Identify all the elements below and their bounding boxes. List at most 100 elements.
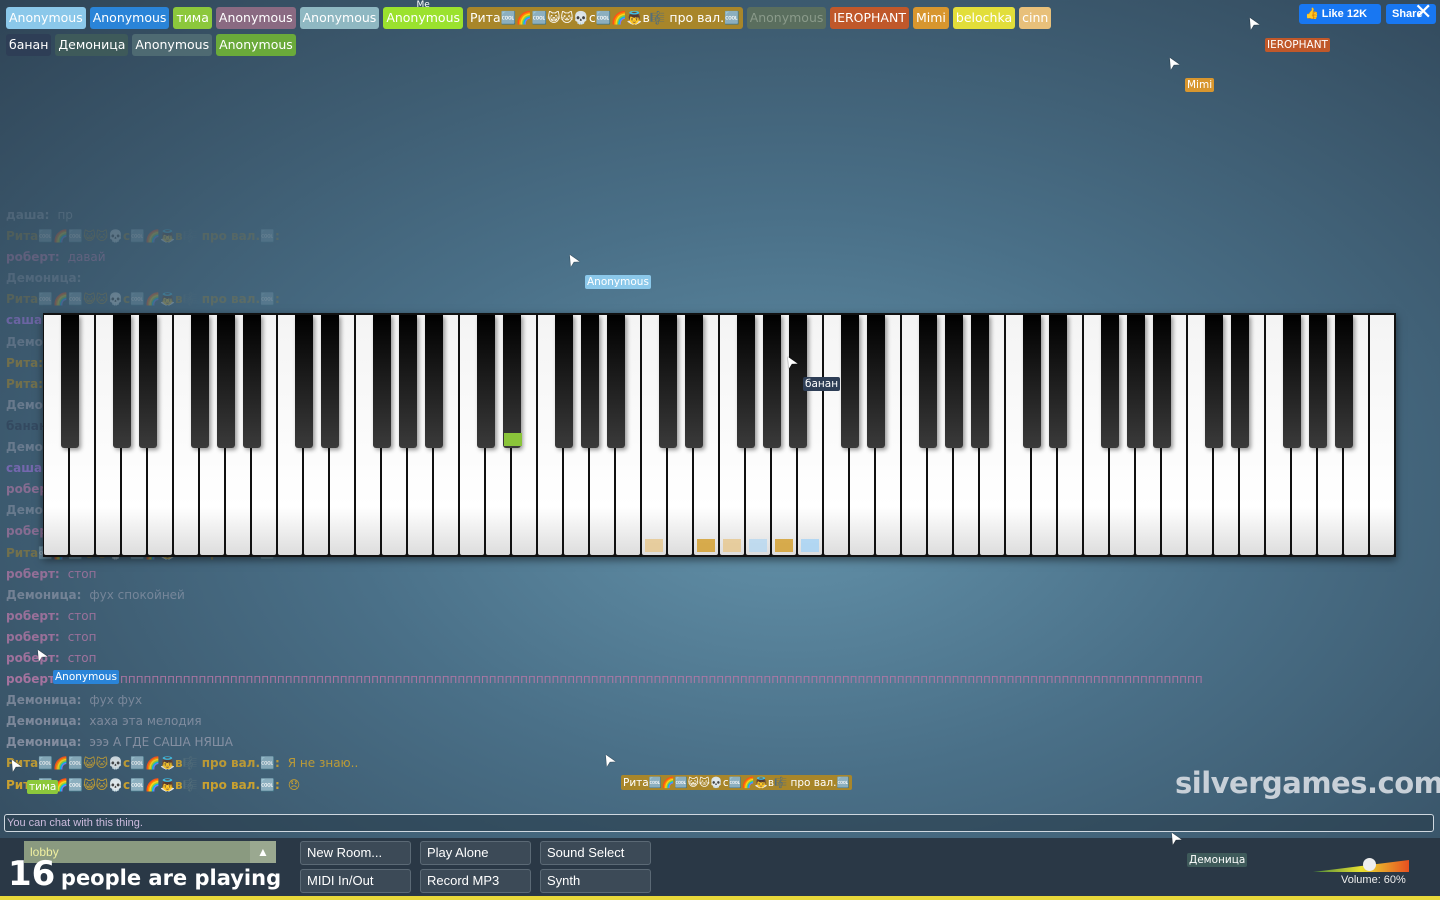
chat-author: роберт: <box>6 629 60 644</box>
cursor-name-tag: IEROPHANT <box>1265 38 1330 52</box>
black-key-G#1[interactable] <box>217 315 235 448</box>
chat-author: Демоница: <box>6 693 82 708</box>
participant-tag[interactable]: Anonymous <box>6 7 86 29</box>
black-key-D#4[interactable] <box>685 315 703 448</box>
participant-tag[interactable]: Демоница <box>55 34 129 56</box>
participant-tag[interactable]: Anonymous <box>132 34 213 56</box>
chat-text: эээ А ГДЕ САША НЯША <box>89 735 233 750</box>
chat-input[interactable]: You can chat with this thing. <box>4 814 1434 832</box>
black-key-F#3[interactable] <box>555 315 573 448</box>
volume-knob[interactable] <box>1363 858 1376 871</box>
record-mp3-button[interactable]: Record MP3 <box>420 869 531 893</box>
chat-text: фух фух <box>89 693 143 708</box>
chat-message: Рита🆒🌈🆒😺🐱💀с🆒🌈👼в🎼 про вал.🆒: 😞 <box>6 775 1203 796</box>
participant-tag[interactable]: банан <box>6 34 52 56</box>
participant-tag[interactable]: Anonymous <box>299 7 380 29</box>
black-key-A#0[interactable] <box>61 315 79 448</box>
black-key-C#6[interactable] <box>1023 315 1041 448</box>
black-key-D#7[interactable] <box>1231 315 1249 448</box>
black-key-C#5[interactable] <box>841 315 859 448</box>
black-key-A#1[interactable] <box>243 315 261 448</box>
participant-tag[interactable]: IEROPHANT <box>830 7 909 29</box>
participant-name: Демоница <box>58 37 126 52</box>
participant-tag[interactable]: Mimi <box>912 7 949 29</box>
facebook-like-button[interactable]: 👍 Like 12K <box>1299 4 1381 24</box>
black-key-A#3[interactable] <box>607 315 625 448</box>
black-key-F#5[interactable] <box>919 315 937 448</box>
chat-author: Демоница: <box>6 735 82 750</box>
black-key-G#3[interactable] <box>581 315 599 448</box>
black-key-G#2[interactable] <box>399 315 417 448</box>
participant-tag[interactable]: Anonymous <box>746 7 827 29</box>
cursor-arrow-icon: ➤ <box>1161 52 1185 74</box>
chat-text: фух спокойней <box>89 587 185 602</box>
pressed-note <box>504 433 522 446</box>
black-key-F#6[interactable] <box>1101 315 1119 448</box>
black-key-D#5[interactable] <box>867 315 885 448</box>
black-key-A#5[interactable] <box>971 315 989 448</box>
black-key-G#7[interactable] <box>1309 315 1327 448</box>
black-key-C#1[interactable] <box>113 315 131 448</box>
black-key-D#3[interactable] <box>503 315 522 448</box>
sound-select-button[interactable]: Sound Select <box>540 841 651 865</box>
chat-text: стоп <box>67 629 97 644</box>
chat-text: стоп <box>67 650 97 665</box>
participant-tag[interactable]: тима <box>173 7 212 29</box>
chat-author: Демоница: <box>6 714 82 729</box>
black-key-A#2[interactable] <box>425 315 443 448</box>
piano-keyboard[interactable] <box>43 313 1396 557</box>
chat-text: стоп <box>67 566 97 581</box>
cursor-name-tag: банан <box>803 377 841 391</box>
black-key-D#6[interactable] <box>1049 315 1067 448</box>
volume-label: Volume: 60% <box>1341 874 1406 886</box>
cursor-name-tag: тима <box>27 780 59 794</box>
black-key-F#1[interactable] <box>191 315 209 448</box>
black-key-G#5[interactable] <box>945 315 963 448</box>
black-key-C#4[interactable] <box>659 315 677 448</box>
black-key-D#2[interactable] <box>321 315 339 448</box>
black-key-D#1[interactable] <box>139 315 157 448</box>
black-key-F#2[interactable] <box>373 315 391 448</box>
participant-name: Anonymous <box>302 10 377 25</box>
participant-name: IEROPHANT <box>833 10 906 25</box>
chat-author: даша: <box>6 208 50 222</box>
participant-tag[interactable]: cinn <box>1019 7 1052 29</box>
midi-in-out-button[interactable]: MIDI In/Out <box>300 869 411 893</box>
participant-tag[interactable]: Anonymous <box>216 34 296 56</box>
black-key-C#3[interactable] <box>477 315 495 448</box>
black-key-G#4[interactable] <box>763 315 781 448</box>
chat-message: роберт: стопппппппппппппппппппппппппппппп… <box>6 669 1203 690</box>
silvergames-logo: silvergames.com <box>1175 766 1440 800</box>
participant-tag[interactable]: Рита🆒🌈🆒😺🐱💀с🆒🌈👼в🎼 про вал.🆒 <box>467 7 743 29</box>
black-key-F#4[interactable] <box>737 315 755 448</box>
participant-list: Anonymous Anonymous тима Anonymous Anonymous… <box>6 0 1052 29</box>
participant-name: Anonymous <box>92 10 167 25</box>
chat-text: стоппппппппппппппппппппппппппппппппппппп… <box>67 672 1203 687</box>
pressed-note <box>723 539 741 552</box>
pressed-note <box>801 539 819 552</box>
participant-tag[interactable]: belochka <box>952 7 1016 29</box>
new-room-button[interactable]: New Room... <box>300 841 411 865</box>
participant-name: Anonymous <box>135 37 210 52</box>
chat-message: роберт: стоп <box>6 627 1203 648</box>
me-label: Me <box>416 0 430 10</box>
chat-text: давай <box>67 250 106 265</box>
participant-tag[interactable]: Me Anonymous <box>383 0 464 29</box>
play-alone-button[interactable]: Play Alone <box>420 841 531 865</box>
black-key-F#7[interactable] <box>1283 315 1301 448</box>
black-key-G#6[interactable] <box>1127 315 1145 448</box>
chat-author: роберт: <box>6 672 60 687</box>
chat-author: роберт: <box>6 566 60 581</box>
participant-name: Anonymous <box>219 37 293 52</box>
black-key-A#6[interactable] <box>1153 315 1171 448</box>
participant-tag[interactable]: Anonymous <box>89 7 170 29</box>
black-key-C#7[interactable] <box>1205 315 1223 448</box>
white-key-C8[interactable] <box>1370 315 1394 555</box>
volume-slider[interactable] <box>1313 858 1409 872</box>
black-key-A#7[interactable] <box>1335 315 1353 448</box>
synth-button[interactable]: Synth <box>540 869 651 893</box>
close-icon[interactable]: ✕ <box>1414 0 1432 25</box>
chat-author: роберт: <box>6 608 60 623</box>
participant-tag[interactable]: Anonymous <box>215 7 296 29</box>
black-key-C#2[interactable] <box>295 315 313 448</box>
